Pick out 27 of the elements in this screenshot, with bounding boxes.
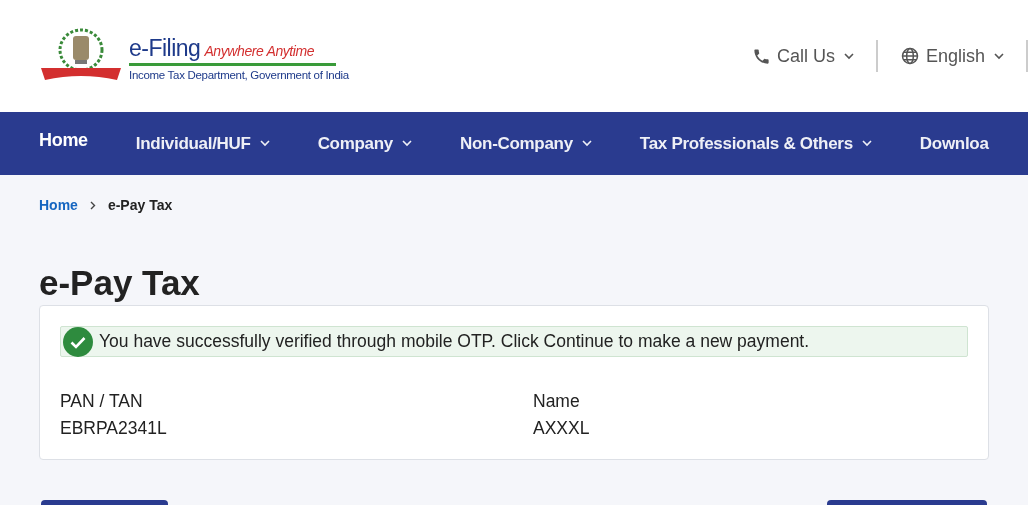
nav-tab[interactable]: Tax Professionals & Others	[639, 133, 872, 154]
call-us-menu[interactable]: Call Us	[751, 45, 854, 67]
chevron-down-icon	[994, 52, 1004, 60]
tagline: Anywhere Anytime	[204, 43, 315, 59]
check-circle-icon	[63, 326, 93, 357]
nav-tab[interactable]: Company	[317, 133, 412, 154]
button-top-edge[interactable]	[827, 500, 987, 505]
field-label: PAN / TAN	[60, 391, 144, 412]
breadcrumb-current: e-Pay Tax	[107, 197, 173, 213]
field-value: EBRPA2341L	[60, 418, 168, 439]
field-label: Name	[533, 391, 581, 412]
subtitle: Income Tax Department, Government of India	[129, 69, 349, 81]
alert-message: You have successfully verified through mobile OTP. Click Continue to make a new payment.	[99, 331, 810, 352]
button-top-edge[interactable]	[41, 500, 168, 505]
chevron-down-icon	[843, 52, 854, 60]
language-menu[interactable]: English	[899, 45, 1004, 67]
globe-icon	[899, 46, 920, 66]
chevron-right-icon	[89, 200, 96, 210]
page-title: e-Pay Tax	[39, 265, 201, 300]
field-value: AXXXL	[533, 418, 591, 439]
nav-tab[interactable]: Non-Company	[460, 133, 592, 154]
nav-tab[interactable]: Downloa	[919, 133, 989, 154]
phone-icon	[751, 46, 771, 66]
nav-tab[interactable]: Individual/HUF	[135, 133, 270, 154]
breadcrumb-link[interactable]: Home	[39, 197, 78, 213]
brand-name: e-Filing	[129, 35, 201, 61]
nav-tab[interactable]: Home	[39, 130, 88, 151]
